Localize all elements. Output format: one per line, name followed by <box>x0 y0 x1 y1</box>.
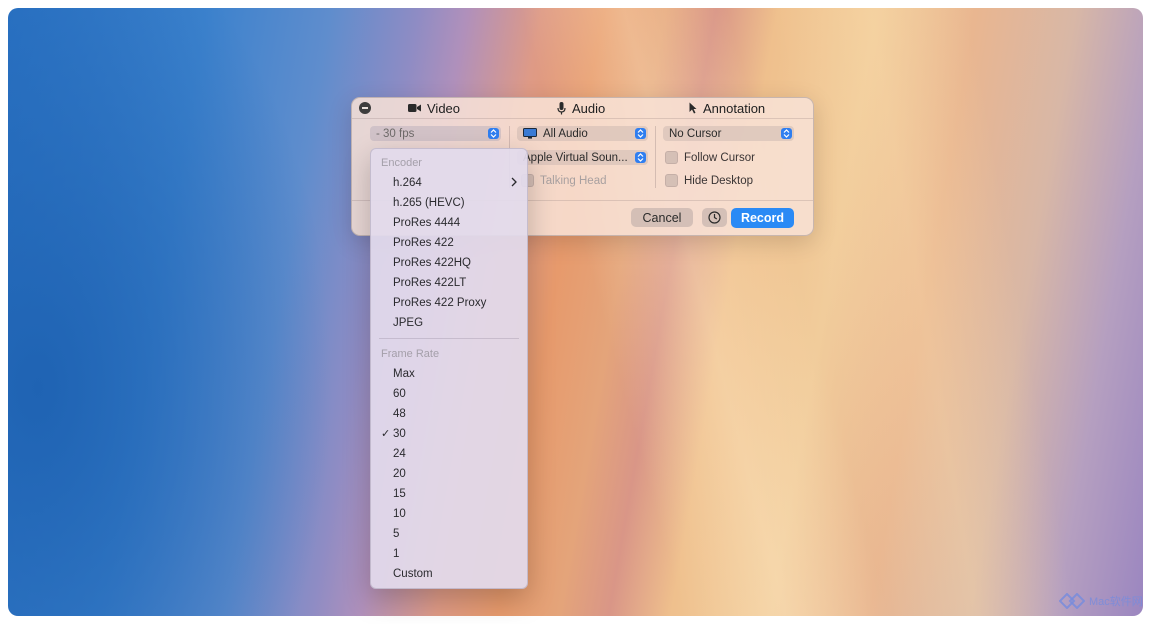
tab-video-label: Video <box>427 100 461 116</box>
record-button[interactable]: Record <box>731 208 794 228</box>
hide-desktop-label: Hide Desktop <box>684 174 754 187</box>
menu-item-label: 24 <box>393 448 406 460</box>
menu-item-label: ProRes 422 Proxy <box>393 297 487 309</box>
framerate-encoder-menu: Encoder h.264 h.265 (HEVC) ProRes 4444 P… <box>370 148 528 589</box>
menu-item-encoder[interactable]: ProRes 422 Proxy <box>371 293 527 313</box>
tab-annotation-label: Annotation <box>703 100 766 116</box>
menu-item-encoder[interactable]: ProRes 422LT <box>371 273 527 293</box>
audio-source-popup[interactable]: All Audio <box>517 126 648 141</box>
video-camera-icon <box>408 104 421 112</box>
menu-item-framerate[interactable]: 15 <box>371 484 527 504</box>
menu-item-encoder[interactable]: ProRes 4444 <box>371 213 527 233</box>
menu-item-encoder[interactable]: ProRes 422HQ <box>371 253 527 273</box>
tab-audio[interactable]: Audio <box>557 100 605 116</box>
audio-device-value: Apple Virtual Soun... <box>523 151 628 164</box>
menu-separator <box>379 338 519 339</box>
follow-cursor-option[interactable]: Follow Cursor <box>665 151 755 164</box>
menu-section-framerate: Frame Rate <box>381 348 440 360</box>
cursor-arrow-icon <box>689 102 697 114</box>
menu-section-encoder: Encoder <box>381 157 422 169</box>
menu-item-label: 5 <box>393 528 400 540</box>
menu-item-label: h.264 <box>393 177 422 189</box>
menu-item-label: 30 <box>393 428 406 440</box>
menu-item-framerate[interactable]: Max <box>371 364 527 384</box>
menu-item-framerate[interactable]: 10 <box>371 504 527 524</box>
tab-audio-label: Audio <box>572 100 606 116</box>
menu-item-label: ProRes 422HQ <box>393 257 471 269</box>
tab-annotation[interactable]: Annotation <box>689 100 765 116</box>
menu-item-encoder[interactable]: ProRes 422 <box>371 233 527 253</box>
watermark-logo-icon <box>1059 593 1085 609</box>
audio-device-popup[interactable]: Apple Virtual Soun... <box>517 150 648 165</box>
menu-item-framerate[interactable]: Custom <box>371 564 527 584</box>
menu-item-framerate-selected[interactable]: ✓ 30 <box>371 424 527 444</box>
timer-button[interactable] <box>702 208 727 227</box>
cancel-button[interactable]: Cancel <box>631 208 693 227</box>
menu-item-label: ProRes 422LT <box>393 277 467 289</box>
menu-item-encoder[interactable]: h.265 (HEVC) <box>371 193 527 213</box>
hide-desktop-checkbox[interactable] <box>665 174 678 187</box>
hide-desktop-option[interactable]: Hide Desktop <box>665 174 753 187</box>
menu-item-label: ProRes 422 <box>393 237 454 249</box>
menu-item-label: 10 <box>393 508 406 520</box>
display-icon <box>523 128 537 139</box>
menu-item-label: 60 <box>393 388 406 400</box>
follow-cursor-label: Follow Cursor <box>684 151 755 164</box>
checkmark-icon: ✓ <box>381 428 391 440</box>
menu-item-framerate[interactable]: 24 <box>371 444 527 464</box>
watermark-text: Mac软件网 <box>1089 596 1143 608</box>
framerate-popup[interactable]: - 30 fps <box>370 126 501 141</box>
follow-cursor-checkbox[interactable] <box>665 151 678 164</box>
chevron-right-icon <box>511 177 517 187</box>
talking-head-option[interactable]: Talking Head <box>521 174 606 187</box>
menu-item-label: Custom <box>393 568 433 580</box>
panel-header: Video Audio Annotation <box>352 98 813 119</box>
column-divider <box>655 126 656 188</box>
menu-item-label: h.265 (HEVC) <box>393 197 465 209</box>
chevron-updown-icon <box>781 128 792 139</box>
audio-source-value: All Audio <box>543 127 588 140</box>
chevron-updown-icon <box>635 152 646 163</box>
microphone-icon <box>557 101 566 114</box>
menu-item-label: 20 <box>393 468 406 480</box>
tab-video[interactable]: Video <box>408 100 460 116</box>
cursor-popup-value: No Cursor <box>669 127 722 140</box>
menu-item-label: ProRes 4444 <box>393 217 461 229</box>
menu-item-encoder[interactable]: JPEG <box>371 313 527 333</box>
menu-item-encoder[interactable]: h.264 <box>371 173 527 193</box>
menu-item-framerate[interactable]: 20 <box>371 464 527 484</box>
menu-item-framerate[interactable]: 5 <box>371 524 527 544</box>
menu-item-framerate[interactable]: 60 <box>371 384 527 404</box>
menu-item-framerate[interactable]: 1 <box>371 544 527 564</box>
menu-item-label: JPEG <box>393 317 424 329</box>
clock-icon <box>708 211 721 224</box>
watermark: Mac软件网 <box>1059 593 1143 609</box>
menu-item-framerate[interactable]: 48 <box>371 404 527 424</box>
chevron-updown-icon <box>488 128 499 139</box>
cursor-popup[interactable]: No Cursor <box>663 126 794 141</box>
talking-head-label: Talking Head <box>540 174 607 187</box>
framerate-popup-value: - 30 fps <box>376 127 415 140</box>
menu-item-label: 48 <box>393 408 406 420</box>
menu-item-label: Max <box>393 368 415 380</box>
chevron-updown-icon <box>635 128 646 139</box>
menu-item-label: 15 <box>393 488 406 500</box>
menu-item-label: 1 <box>393 548 400 560</box>
collapse-button[interactable] <box>359 102 371 114</box>
